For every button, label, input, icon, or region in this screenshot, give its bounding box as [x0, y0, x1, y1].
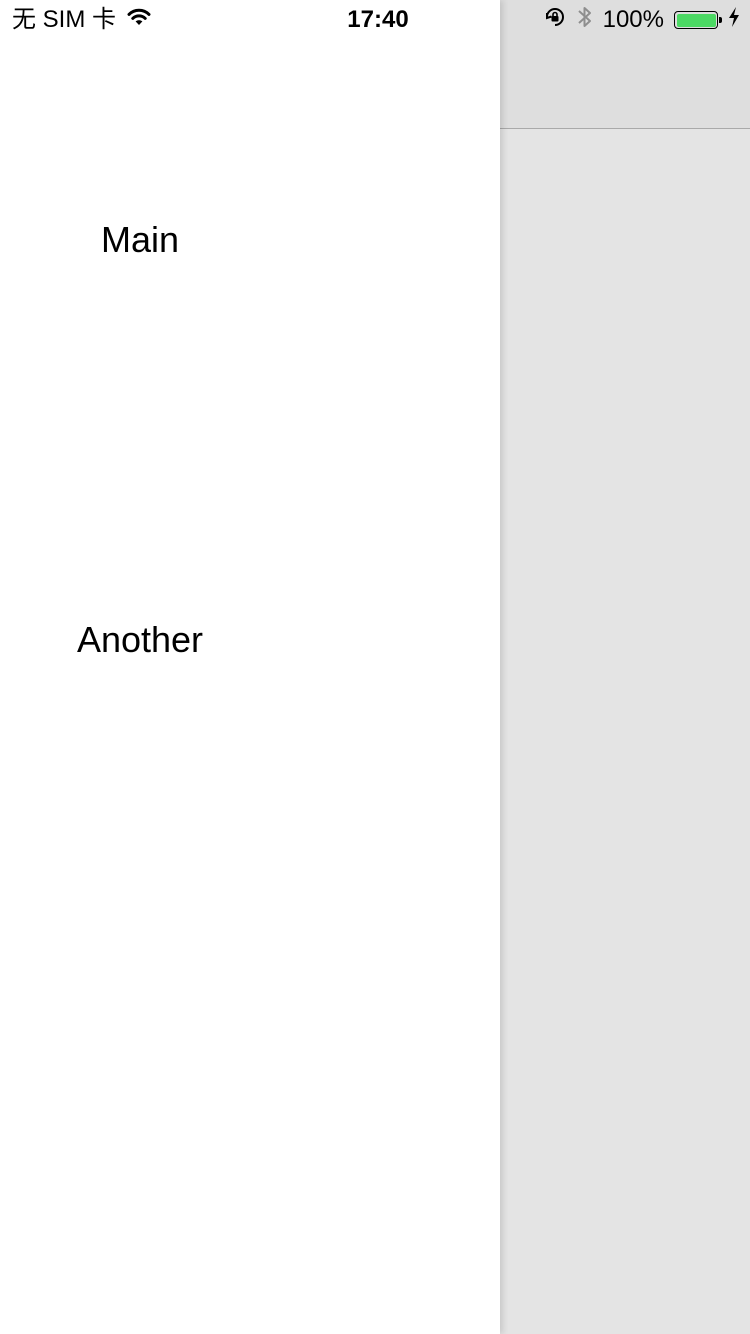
battery-cap	[719, 17, 722, 23]
rotation-lock-icon	[543, 5, 567, 36]
battery-level-fill	[676, 13, 716, 27]
battery-icon	[674, 11, 722, 29]
charging-bolt-icon	[728, 6, 740, 34]
menu-item-main[interactable]: Main	[0, 200, 280, 280]
side-drawer-menu: Main Another	[0, 0, 500, 1334]
menu-item-another[interactable]: Another	[0, 600, 280, 680]
main-content-pane[interactable]	[500, 0, 750, 1334]
bluetooth-icon	[577, 4, 593, 37]
status-bar: 无 SIM 卡 17:40 100%	[0, 0, 750, 40]
status-bar-right: 100%	[543, 6, 740, 34]
app-screen: Main Another 无 SIM 卡 17:40 100%	[0, 0, 750, 1334]
menu-item-label: Main	[100, 219, 180, 260]
battery-percent: 100%	[602, 6, 664, 33]
menu-item-label: Another	[76, 619, 204, 660]
